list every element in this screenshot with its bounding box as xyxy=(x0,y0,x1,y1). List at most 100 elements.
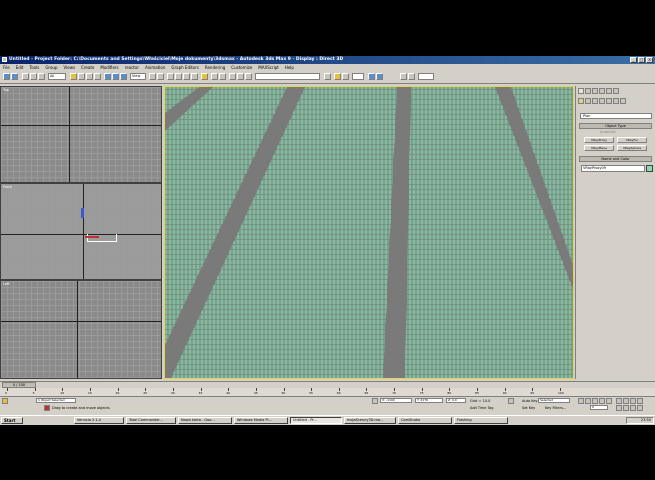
bind-space-warp-icon[interactable] xyxy=(38,73,45,80)
undo-icon[interactable] xyxy=(3,73,10,80)
motion-tab-icon[interactable] xyxy=(599,88,605,94)
create-tab-icon[interactable] xyxy=(578,88,584,94)
menu-views[interactable]: Views xyxy=(64,64,76,71)
object-category-dropdown[interactable]: Plan xyxy=(580,113,652,119)
layer-manager-icon[interactable] xyxy=(229,73,236,80)
previous-frame-icon[interactable] xyxy=(585,398,591,404)
helpers-icon[interactable] xyxy=(606,98,612,104)
maximize-viewport-icon[interactable] xyxy=(637,405,643,411)
reference-coordinate-dropdown[interactable]: View xyxy=(130,73,146,80)
viewport-label[interactable]: Left xyxy=(3,282,10,286)
utilities-tab-icon[interactable] xyxy=(613,88,619,94)
zoom-all-icon[interactable] xyxy=(623,398,629,404)
percent-snap-icon[interactable] xyxy=(183,73,190,80)
maximize-button[interactable]: □ xyxy=(638,57,645,63)
menu-rendering[interactable]: Rendering xyxy=(205,64,225,71)
task-browser[interactable]: Nowa karta - Goo... xyxy=(178,417,232,424)
autogrid-checkbox[interactable]: AutoGrid xyxy=(600,130,615,134)
viewport-top[interactable]: Top xyxy=(0,86,162,183)
start-button[interactable]: Start xyxy=(1,417,23,424)
schematic-view-icon[interactable] xyxy=(245,73,252,80)
pan-icon[interactable] xyxy=(623,405,629,411)
render-preset-dropdown[interactable] xyxy=(418,73,434,80)
named-selection-sets-dropdown[interactable] xyxy=(255,73,320,80)
menu-file[interactable]: File xyxy=(3,64,10,71)
shapes-icon[interactable] xyxy=(585,98,591,104)
add-time-tag[interactable]: Add Time Tag xyxy=(470,406,494,410)
object-name-field[interactable]: VRayProxy09 xyxy=(581,165,645,172)
viewport-label[interactable]: Top xyxy=(3,88,9,92)
task-total-commander[interactable]: Total Commander... xyxy=(126,417,176,424)
vrayproxy-button[interactable]: VRayProxy xyxy=(584,137,614,143)
task-flashing[interactable]: Flashing xyxy=(454,417,508,424)
set-key-button[interactable]: Set Key xyxy=(522,406,535,410)
name-and-color-rollout[interactable]: Name and Color xyxy=(579,156,652,162)
minimize-button[interactable]: _ xyxy=(630,57,637,63)
render-frame-window-icon[interactable] xyxy=(408,73,415,80)
x-coordinate-field[interactable]: X: -1190 xyxy=(380,398,412,403)
render-type-dropdown[interactable] xyxy=(352,73,364,80)
menu-reactor[interactable]: reactor xyxy=(125,64,139,71)
quick-render-icon[interactable] xyxy=(368,73,375,80)
arc-rotate-icon[interactable] xyxy=(630,405,636,411)
space-warps-icon[interactable] xyxy=(613,98,619,104)
play-icon[interactable] xyxy=(592,398,598,404)
current-frame-field[interactable]: 0 xyxy=(590,405,608,410)
key-filters-button[interactable]: Key Filters... xyxy=(545,406,566,410)
vrayplane-button[interactable]: VRayPlane xyxy=(584,145,614,151)
auto-key-button[interactable]: Auto Key xyxy=(522,399,538,403)
vrayfur-button[interactable]: VRayFur xyxy=(617,137,647,143)
vraysphere-button[interactable]: VRaySphere xyxy=(617,145,647,151)
task-camstudio[interactable]: CamStudio xyxy=(398,417,452,424)
y-coordinate-field[interactable]: Y: 2176 xyxy=(415,398,443,403)
menu-tools[interactable]: Tools xyxy=(29,64,39,71)
task-3dsmax[interactable]: Untitled - Pr... xyxy=(290,417,342,424)
align-icon[interactable] xyxy=(219,73,226,80)
menu-create[interactable]: Create xyxy=(81,64,94,71)
angle-snap-icon[interactable] xyxy=(175,73,182,80)
display-tab-icon[interactable] xyxy=(606,88,612,94)
menu-edit[interactable]: Edit xyxy=(16,64,24,71)
lock-selection-icon[interactable] xyxy=(44,405,50,411)
z-coordinate-field[interactable]: Z: 0.0 xyxy=(446,398,466,403)
time-slider[interactable]: 0 / 100 xyxy=(0,381,655,388)
systems-icon[interactable] xyxy=(620,98,626,104)
zoom-extents-all-icon[interactable] xyxy=(637,398,643,404)
render-last-icon[interactable] xyxy=(376,73,383,80)
menu-customize[interactable]: Customize xyxy=(231,64,252,71)
viewport-left[interactable]: Left xyxy=(0,280,162,379)
viewport-label[interactable]: Front xyxy=(3,185,12,189)
curve-editor-icon[interactable] xyxy=(237,73,244,80)
mirror-icon[interactable] xyxy=(211,73,218,80)
close-button[interactable]: × xyxy=(646,57,653,63)
menu-group[interactable]: Group xyxy=(45,64,57,71)
cameras-icon[interactable] xyxy=(599,98,605,104)
absolute-mode-icon[interactable] xyxy=(372,398,378,404)
window-crossing-icon[interactable] xyxy=(94,73,101,80)
task-scene-file[interactable]: mojaScenny3D.ma... xyxy=(344,417,396,424)
zoom-extents-icon[interactable] xyxy=(630,398,636,404)
unlink-icon[interactable] xyxy=(30,73,37,80)
menu-animation[interactable]: Animation xyxy=(145,64,165,71)
maxscript-listener-icon[interactable] xyxy=(2,398,8,404)
next-frame-icon[interactable] xyxy=(599,398,605,404)
object-color-swatch[interactable] xyxy=(646,165,653,172)
hierarchy-tab-icon[interactable] xyxy=(592,88,598,94)
selection-filter-dropdown[interactable]: All xyxy=(48,73,66,80)
select-object-icon[interactable] xyxy=(70,73,77,80)
menu-graph-editors[interactable]: Graph Editors xyxy=(171,64,198,71)
select-manipulate-icon[interactable] xyxy=(157,73,164,80)
modify-tab-icon[interactable] xyxy=(585,88,591,94)
geometry-icon[interactable] xyxy=(578,98,584,104)
menu-modifiers[interactable]: Modifiers xyxy=(100,64,118,71)
render-type-icon[interactable] xyxy=(342,73,349,80)
render-scene-icon[interactable] xyxy=(334,73,341,80)
material-editor-icon[interactable] xyxy=(324,73,331,80)
activeshade-icon[interactable] xyxy=(400,73,407,80)
viewport-perspective[interactable]: Perspective xyxy=(164,86,574,379)
select-move-icon[interactable] xyxy=(104,73,111,80)
go-to-start-icon[interactable] xyxy=(578,398,584,404)
go-to-end-icon[interactable] xyxy=(606,398,612,404)
trackbar[interactable]: 0 5 10 15 20 25 30 35 40 45 50 55 60 65 70 75 80 85 90 95 10… xyxy=(0,388,655,397)
menu-help[interactable]: Help xyxy=(285,64,294,71)
